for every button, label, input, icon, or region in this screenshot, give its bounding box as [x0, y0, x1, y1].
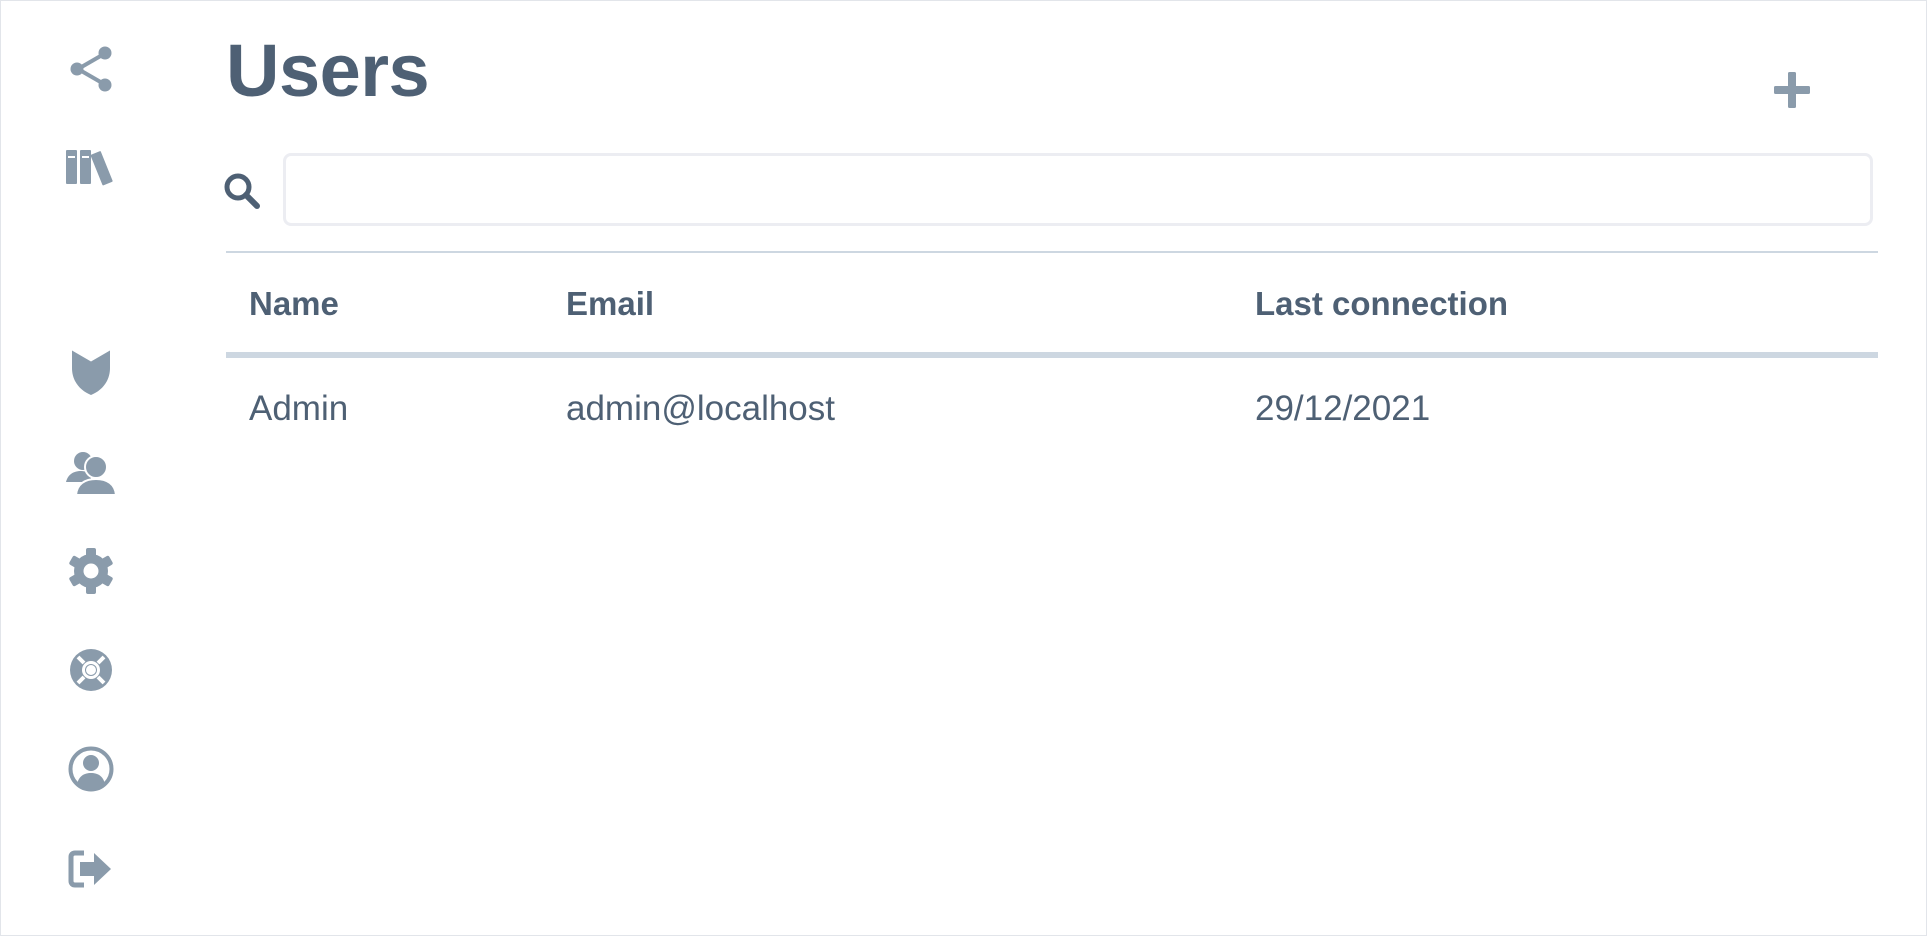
sidebar-item-logout[interactable]: [58, 836, 124, 902]
sidebar-item-security[interactable]: [58, 338, 124, 404]
page-title: Users: [226, 29, 430, 112]
plus-icon: [1774, 72, 1810, 108]
cell-email: admin@localhost: [566, 389, 835, 428]
table-header-divider: [226, 352, 1878, 358]
cell-last-connection: 29/12/2021: [1255, 389, 1431, 428]
column-header-last-connection[interactable]: Last connection: [1255, 284, 1508, 324]
sidebar-item-settings[interactable]: [58, 538, 124, 604]
logout-icon: [68, 850, 111, 888]
user-circle-icon: [68, 746, 114, 792]
add-user-button[interactable]: [1768, 66, 1816, 114]
column-header-email[interactable]: Email: [566, 284, 654, 324]
shield-icon: [71, 347, 111, 395]
library-icon: [66, 150, 113, 186]
cell-name: Admin: [249, 389, 349, 428]
sidebar-item-users[interactable]: [58, 439, 124, 505]
sidebar-item-profile[interactable]: [58, 736, 124, 802]
sidebar-item-help[interactable]: [58, 637, 124, 703]
search-icon: [222, 171, 262, 211]
gear-icon: [69, 548, 113, 594]
users-icon: [66, 452, 118, 496]
lifebuoy-icon: [70, 649, 112, 691]
table-top-divider: [226, 251, 1878, 253]
sidebar: [0, 0, 180, 936]
share-icon: [70, 46, 112, 92]
sidebar-item-library[interactable]: [58, 134, 124, 200]
sidebar-item-share[interactable]: [58, 36, 124, 102]
search-input[interactable]: [283, 153, 1873, 226]
column-header-name[interactable]: Name: [249, 284, 339, 324]
app-frame: [0, 0, 1927, 936]
